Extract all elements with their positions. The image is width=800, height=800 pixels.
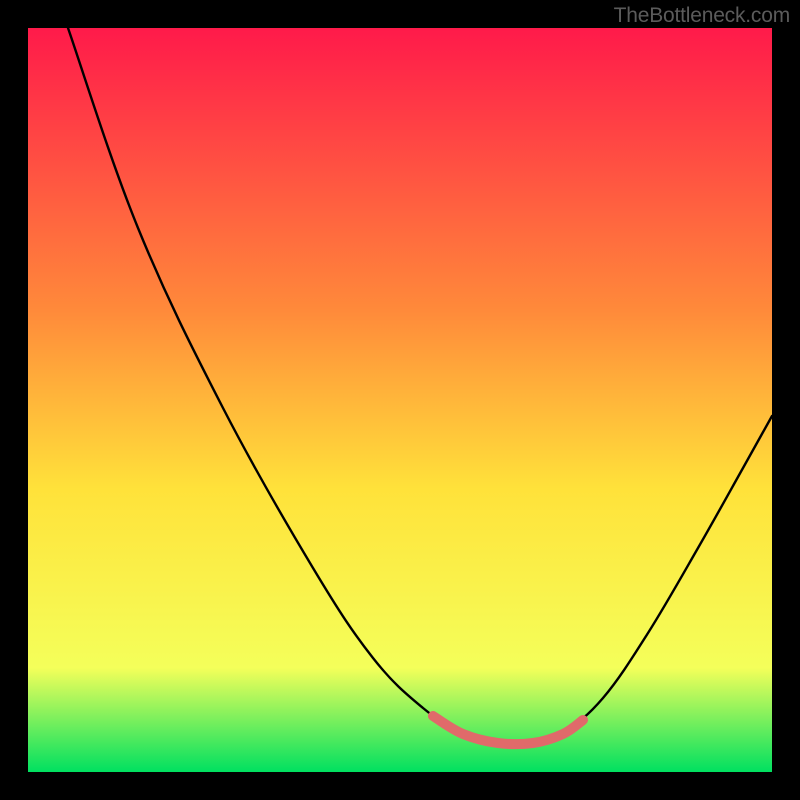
chart-svg [28, 28, 772, 772]
chart-background [28, 28, 772, 772]
chart-plot-area [28, 28, 772, 772]
watermark-text: TheBottleneck.com [614, 4, 790, 28]
